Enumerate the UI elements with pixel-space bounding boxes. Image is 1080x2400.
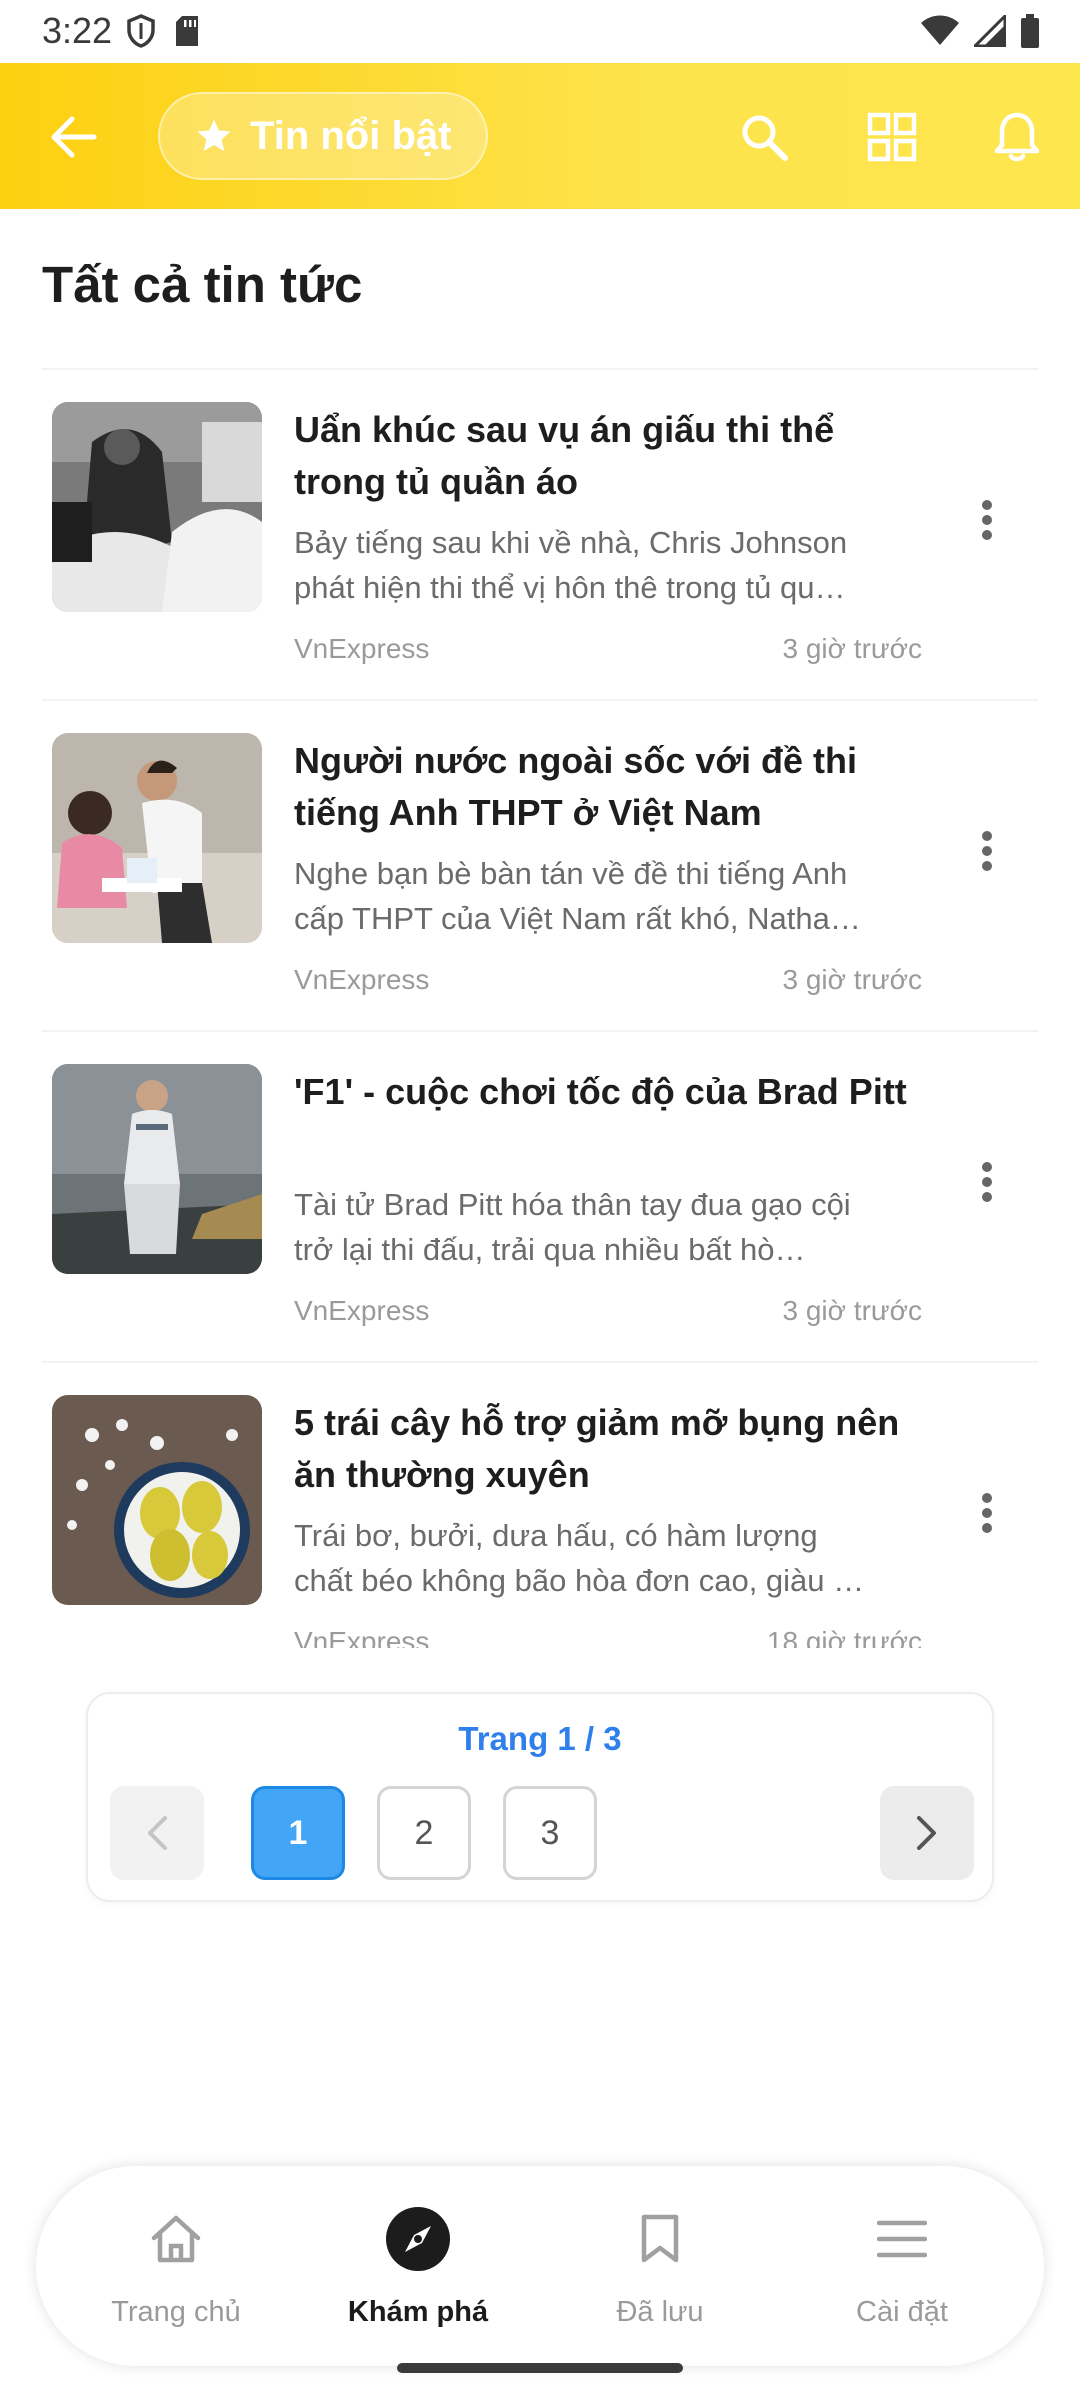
signal-icon <box>971 12 1007 52</box>
bell-icon <box>994 112 1040 162</box>
page-button-3[interactable]: 3 <box>503 1786 597 1880</box>
news-source: VnExpress <box>294 1295 430 1326</box>
more-vertical-icon <box>982 1162 992 1202</box>
pagination: Trang 1 / 3 1 2 3 <box>86 1692 994 1902</box>
sd-card-icon <box>174 15 200 52</box>
bottom-nav: Trang chủ Khám phá Đã lưu Cài đặt <box>36 2166 1044 2366</box>
more-options-button[interactable] <box>962 1142 1012 1222</box>
news-time: 3 giờ trước <box>782 1295 923 1326</box>
more-options-button[interactable] <box>962 811 1012 891</box>
status-time: 3:22 <box>42 10 113 51</box>
nav-label-settings: Cài đặt <box>856 2296 948 2328</box>
news-title[interactable]: Người nước ngoài sốc với đề thi tiếng An… <box>294 735 934 839</box>
news-list: Uẩn khúc sau vụ án giấu thi thể trong tủ… <box>42 368 1038 1648</box>
next-page-button[interactable] <box>880 1786 974 1880</box>
news-excerpt: Tài tử Brad Pitt hóa thân tay đua gạo cộ… <box>294 1187 851 1267</box>
section-title: Tất cả tin tức <box>42 256 363 313</box>
news-thumbnail[interactable] <box>52 402 262 612</box>
news-title[interactable]: Uẩn khúc sau vụ án giấu thi thể trong tủ… <box>294 404 934 508</box>
news-source: VnExpress <box>294 964 430 995</box>
nav-item-settings[interactable]: Cài đặt <box>792 2166 1012 2366</box>
arrow-left-icon <box>51 116 97 158</box>
news-excerpt: Bảy tiếng sau khi về nhà, Chris Johnson … <box>294 525 848 605</box>
more-vertical-icon <box>982 500 992 540</box>
bookmark-icon <box>641 2214 679 2263</box>
news-source: VnExpress <box>294 1626 430 1648</box>
chevron-right-icon <box>917 1816 936 1850</box>
news-time: 3 giờ trước <box>782 964 923 995</box>
featured-filter-label: Tin nổi bật <box>250 113 452 158</box>
nav-label-explore: Khám phá <box>347 2296 489 2328</box>
news-thumbnail[interactable] <box>52 1064 262 1274</box>
news-excerpt: Nghe bạn bè bàn tán về đề thi tiếng Anh … <box>294 856 861 936</box>
back-button[interactable] <box>44 107 104 167</box>
news-thumbnail[interactable] <box>52 1395 262 1605</box>
nav-item-home[interactable]: Trang chủ <box>66 2166 286 2366</box>
chevron-left-icon <box>148 1816 167 1850</box>
search-button[interactable] <box>734 107 794 167</box>
status-bar: 3:22 <box>0 0 1080 63</box>
menu-icon <box>877 2220 927 2258</box>
nav-item-explore[interactable]: Khám phá <box>308 2166 528 2366</box>
news-item[interactable]: 5 trái cây hỗ trợ giảm mỡ bụng nên ăn th… <box>42 1361 1038 1648</box>
star-icon <box>197 119 231 152</box>
page-info: Trang 1 / 3 <box>458 1720 622 1757</box>
home-indicator[interactable] <box>397 2363 683 2373</box>
featured-filter-chip[interactable]: Tin nổi bật <box>158 92 488 180</box>
news-title[interactable]: 'F1' - cuộc chơi tốc độ của Brad Pitt <box>294 1066 934 1118</box>
grid-view-button[interactable] <box>862 107 922 167</box>
compass-icon <box>386 2207 450 2271</box>
nav-label-saved: Đã lưu <box>616 2296 704 2328</box>
prev-page-button[interactable] <box>110 1786 204 1880</box>
app-bar: Tin nổi bật <box>0 63 1080 209</box>
more-options-button[interactable] <box>962 480 1012 560</box>
news-excerpt: Trái bơ, bưởi, dưa hấu, có hàm lượng chấ… <box>294 1518 865 1598</box>
page-button-2[interactable]: 2 <box>377 1786 471 1880</box>
page-button-1[interactable]: 1 <box>251 1786 345 1880</box>
news-item[interactable]: Người nước ngoài sốc với đề thi tiếng An… <box>42 699 1038 1030</box>
news-source: VnExpress <box>294 633 430 664</box>
news-item[interactable]: 'F1' - cuộc chơi tốc độ của Brad Pitt Tà… <box>42 1030 1038 1361</box>
home-icon <box>151 2215 201 2263</box>
news-thumbnail[interactable] <box>52 733 262 943</box>
more-options-button[interactable] <box>962 1473 1012 1553</box>
more-vertical-icon <box>982 831 992 871</box>
more-vertical-icon <box>982 1493 992 1533</box>
wifi-icon <box>920 15 960 52</box>
battery-icon <box>1020 14 1040 53</box>
notifications-button[interactable] <box>987 107 1047 167</box>
news-time: 18 giờ trước <box>766 1626 922 1648</box>
shield-icon <box>126 14 156 53</box>
news-time: 3 giờ trước <box>782 633 923 664</box>
grid-icon <box>867 112 917 162</box>
search-icon <box>742 115 788 161</box>
nav-label-home: Trang chủ <box>111 2296 241 2328</box>
news-item[interactable]: Uẩn khúc sau vụ án giấu thi thể trong tủ… <box>42 368 1038 699</box>
nav-item-saved[interactable]: Đã lưu <box>550 2166 770 2366</box>
news-title[interactable]: 5 trái cây hỗ trợ giảm mỡ bụng nên ăn th… <box>294 1397 934 1501</box>
